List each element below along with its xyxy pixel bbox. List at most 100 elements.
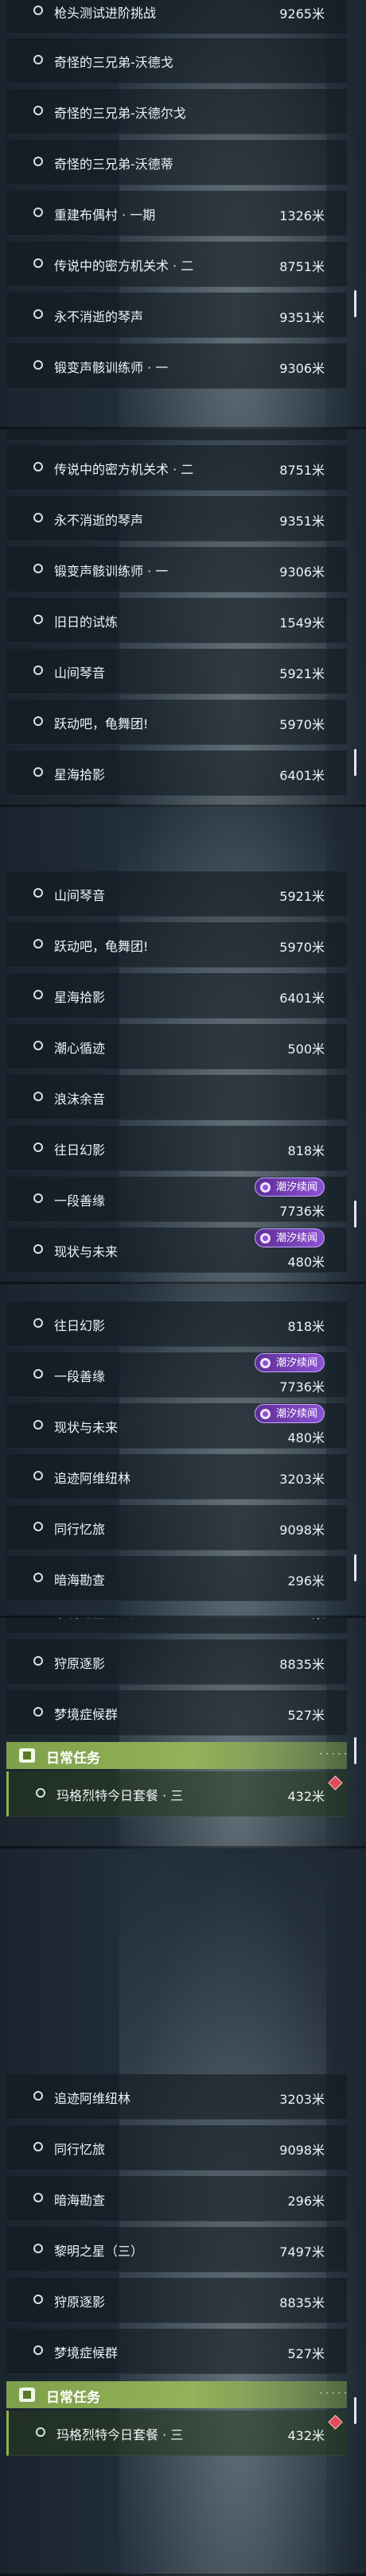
quest-radio-icon[interactable] [33,106,43,115]
quest-radio-icon[interactable] [33,939,43,949]
quest-radio-icon[interactable] [33,990,43,999]
scrollbar-thumb[interactable] [354,749,356,776]
quest-row[interactable]: 枪头测试进阶挑战 9265米 [6,0,347,34]
quest-radio-icon[interactable] [33,2193,43,2202]
quest-distance: 9351米 [279,310,325,325]
quest-row[interactable]: 追迹阿维纽林 3203米 [6,2074,347,2120]
quest-distance: 500米 [287,1042,325,1057]
quest-radio-icon[interactable] [33,1092,43,1101]
quest-radio-icon[interactable] [33,1193,43,1203]
quest-radio-icon[interactable] [33,2142,43,2151]
quest-radio-icon[interactable] [33,2091,43,2101]
quest-row[interactable]: 暗海勘查 296米 [6,1556,347,1601]
quest-radio-icon[interactable] [33,157,43,166]
quest-radio-icon[interactable] [36,2427,45,2437]
quest-name: 现状与未来 [54,1420,119,1435]
quest-row[interactable]: 追迹阿维纽林 3203米 [6,1454,347,1499]
quest-row[interactable]: 一段善缘 潮汐续闻 7736米 [6,1352,347,1398]
quest-row[interactable]: 传说中的密方机关术 · 二 8751米 [6,445,347,491]
quest-row[interactable]: 山间琴音 5921米 [6,649,347,694]
daily-tasks-header[interactable]: 日常任务 · · · · · [6,2381,347,2408]
quest-row[interactable]: 永不消逝的琴声 9351米 [6,496,347,541]
quest-radio-icon[interactable] [33,665,43,675]
quest-radio-icon[interactable] [33,1707,43,1717]
quest-distance: 6401米 [279,768,325,783]
scrollbar-thumb[interactable] [354,1201,356,1228]
quest-radio-icon[interactable] [33,888,43,898]
quest-row[interactable]: 现状与未来 潮汐续闻 480米 [6,1403,347,1449]
quest-row[interactable]: 奇怪的三兄弟-沃德戈 [6,38,347,83]
quest-radio-icon[interactable] [33,2295,43,2304]
quest-radio-icon[interactable] [33,564,43,573]
quest-row[interactable]: 星海拾影 6401米 [6,973,347,1018]
quest-row[interactable]: 一段善缘 潮汐续闻 7736米 [6,1177,347,1222]
quest-radio-icon[interactable] [33,1656,43,1666]
quest-radio-icon[interactable] [33,55,43,64]
quest-row[interactable]: 现状与未来 潮汐续闻 480米 [6,1228,347,1273]
quest-row[interactable]: 同行忆旅 9098米 [6,2125,347,2171]
quest-row[interactable]: 奇怪的三兄弟-沃德蒂 [6,140,347,185]
quest-row[interactable]: 永不消逝的琴声 9351米 [6,293,347,338]
daily-task-row[interactable]: 玛格烈特今日套餐 · 三 432米 [6,2411,347,2456]
quest-list-panel: 重建布偶村 · 一期1326米 传说中的密方机关术 · 二 8751米 永不消逝的… [0,429,366,807]
quest-distance: 9351米 [279,514,325,529]
quest-row[interactable]: 重建布偶村 · 一期1326米 [6,429,347,440]
quest-distance: 9098米 [279,1523,325,1538]
quest-row[interactable]: 星海拾影 6401米 [6,751,347,796]
scrollbar-thumb[interactable] [354,2397,356,2424]
quest-radio-icon[interactable] [33,1420,43,1430]
quest-radio-icon[interactable] [33,767,43,777]
quest-row[interactable]: 同行忆旅 9098米 [6,1505,347,1550]
quest-radio-icon[interactable] [33,1318,43,1328]
quest-row[interactable]: 黎明之星（三） 7497米 [6,1618,347,1634]
quest-row[interactable]: 山间琴音 5921米 [6,871,347,917]
quest-row[interactable]: 梦境症候群 527米 [6,2329,347,2374]
quest-radio-icon[interactable] [33,462,43,471]
quest-row[interactable]: 锻变声骸训练师 · 一 9306米 [6,343,347,389]
quest-row[interactable]: 潮心循迹 500米 [6,1024,347,1069]
quest-radio-icon[interactable] [33,1573,43,1582]
quest-radio-icon[interactable] [33,2345,43,2355]
daily-task-row[interactable]: 玛格烈特今日套餐 · 三 432米 [6,1771,347,1817]
quest-radio-icon[interactable] [33,2244,43,2253]
quest-row[interactable]: 重建布偶村 · 一期1326米 [6,191,347,236]
quest-row[interactable]: 跃动吧，龟舞团! 5970米 [6,922,347,968]
quest-radio-icon[interactable] [33,1244,43,1254]
scrollbar-thumb[interactable] [354,290,356,317]
quest-distance: 527米 [287,2346,325,2361]
quest-row[interactable]: 暗海勘查 296米 [6,2176,347,2221]
scrollbar-thumb[interactable] [354,1737,356,1764]
quest-name: 奇怪的三兄弟-沃德蒂 [54,157,173,172]
quest-name: 传说中的密方机关术 · 二 [54,462,194,477]
quest-radio-icon[interactable] [33,513,43,522]
quest-radio-icon[interactable] [33,615,43,624]
quest-name: 黎明之星（三） [54,2244,144,2259]
quest-row[interactable]: 梦境症候群 527米 [6,1690,347,1736]
quest-radio-icon[interactable] [33,258,43,268]
quest-radio-icon[interactable] [33,716,43,726]
quest-radio-icon[interactable] [33,208,43,217]
quest-radio-icon[interactable] [33,1522,43,1531]
daily-tasks-header[interactable]: 日常任务 · · · · · [6,1742,347,1769]
scrollbar-thumb[interactable] [354,1554,356,1581]
quest-radio-icon[interactable] [33,1369,43,1379]
quest-radio-icon[interactable] [33,1041,43,1050]
quest-row[interactable]: 往日幻影 818米 [6,1126,347,1171]
quest-radio-icon[interactable] [33,1143,43,1152]
quest-row[interactable]: 浪沫余音 [6,1075,347,1120]
quest-row[interactable]: 奇怪的三兄弟-沃德尔戈 [6,89,347,134]
quest-row[interactable]: 锻变声骸训练师 · 一 9306米 [6,547,347,592]
quest-radio-icon[interactable] [33,1471,43,1480]
quest-row[interactable]: 传说中的密方机关术 · 二 8751米 [6,242,347,287]
quest-row[interactable]: 狩原逐影 8835米 [6,1639,347,1685]
quest-row[interactable]: 旧日的试炼 1549米 [6,598,347,643]
quest-radio-icon[interactable] [36,1788,45,1798]
quest-name: 传说中的密方机关术 · 二 [54,258,194,274]
quest-row[interactable]: 往日幻影 818米 [6,1302,347,1347]
quest-row[interactable]: 黎明之星（三） 7497米 [6,2227,347,2272]
quest-row[interactable]: 狩原逐影 8835米 [6,2278,347,2323]
quest-row[interactable]: 跃动吧，龟舞团! 5970米 [6,700,347,745]
quest-radio-icon[interactable] [33,360,43,370]
quest-radio-icon[interactable] [33,6,43,15]
quest-radio-icon[interactable] [33,309,43,319]
